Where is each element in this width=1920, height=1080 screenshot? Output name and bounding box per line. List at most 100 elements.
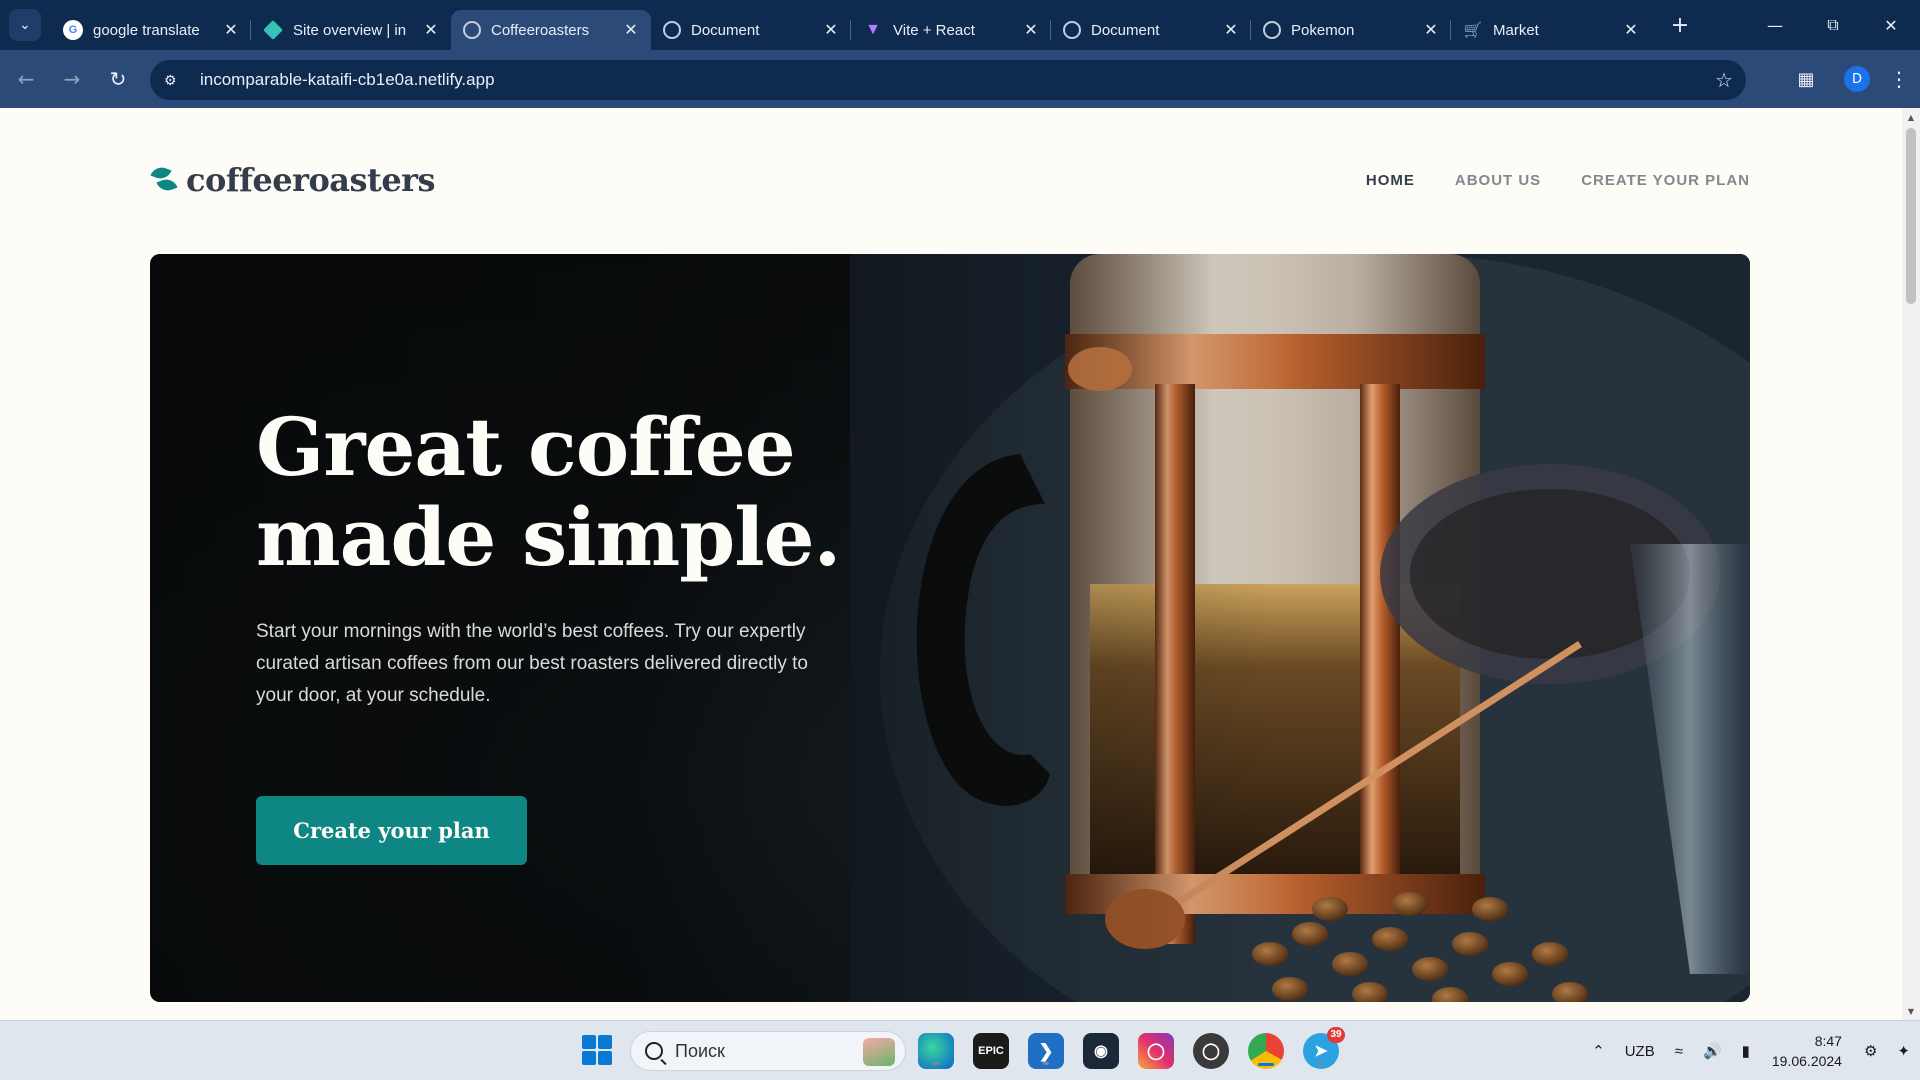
close-icon[interactable]: ✕ [421,20,441,40]
site-logo[interactable]: coffeeroasters [150,161,436,199]
settings-icon[interactable]: ⚙ [1854,1042,1887,1060]
google-icon: G [63,20,83,40]
browser-tabbar: ⌄ G google translate ✕ Site overview | i… [0,0,1920,50]
scrollbar-thumb[interactable] [1906,128,1916,304]
language-indicator[interactable]: UZB [1615,1043,1665,1060]
tab-title: Site overview | in [293,21,407,39]
window-controls: — ⧉ ✕ [1746,0,1920,50]
more-menu-icon[interactable]: ⋮ [1884,67,1914,91]
close-icon[interactable]: ✕ [821,20,841,40]
windows-taskbar: Поиск EPIC ❯ ◉ ◯ ◯ ➤ 39 ⌃ UZB ≈ 🔊 ▮ 8:47 … [0,1020,1920,1080]
tab-document-2[interactable]: Document ✕ [1051,10,1251,50]
tab-coffeeroasters[interactable]: Coffeeroasters ✕ [451,10,651,50]
search-placeholder: Поиск [675,1040,725,1061]
hero-title-line2: made simple. [256,490,841,584]
forward-button[interactable]: → [52,59,92,99]
close-icon[interactable]: ✕ [1221,20,1241,40]
logo-text: coffeeroasters [186,161,436,199]
chevron-up-icon[interactable]: ⌃ [1582,1042,1615,1060]
close-icon[interactable]: ✕ [1621,20,1641,40]
back-button[interactable]: ← [6,59,46,99]
tab-title: Vite + React [893,21,975,39]
globe-icon [1263,21,1281,39]
steam-icon[interactable]: ◉ [1083,1033,1119,1069]
tab-vite-react[interactable]: ▼ Vite + React ✕ [851,10,1051,50]
telegram-icon[interactable]: ➤ 39 [1303,1027,1345,1069]
tab-list: G google translate ✕ Site overview | in … [51,0,1651,50]
site-info-icon[interactable]: ⚙ [164,72,186,89]
battery-icon[interactable]: ▮ [1732,1042,1760,1060]
reload-icon: ↻ [109,67,127,91]
hero-title-line1: Great coffee [256,400,796,494]
close-icon[interactable]: ✕ [1421,20,1441,40]
nav-about-us[interactable]: ABOUT US [1455,172,1541,189]
nav-create-plan[interactable]: CREATE YOUR PLAN [1581,172,1750,189]
volume-icon[interactable]: 🔊 [1693,1042,1732,1060]
star-icon[interactable]: ☆ [1702,68,1746,93]
toolbar-actions: ▦ D ⋮ [1784,50,1920,108]
browser-toolbar: ← → ↻ ⚙ incomparable-kataifi-cb1e0a.netl… [0,50,1920,108]
notification-badge: 39 [1327,1027,1345,1043]
clock[interactable]: 8:47 19.06.2024 [1760,1031,1854,1071]
arrow-right-icon: → [63,67,81,91]
close-icon[interactable]: ✕ [621,20,641,40]
globe-icon [1063,21,1081,39]
tab-pokemon[interactable]: Pokemon ✕ [1251,10,1451,50]
reload-button[interactable]: ↻ [98,59,138,99]
tab-title: Pokemon [1291,21,1355,39]
hero-section: Great coffee made simple. Start your mor… [150,254,1750,1002]
nav-home[interactable]: HOME [1366,172,1415,189]
arrow-left-icon: ← [17,67,35,91]
taskbar-search[interactable]: Поиск [630,1031,906,1071]
site-nav: HOME ABOUT US CREATE YOUR PLAN [1366,172,1750,189]
tab-search-button[interactable]: ⌄ [9,9,41,41]
restore-icon: ⧉ [1827,15,1839,34]
cart-icon: 🛒 [1463,22,1483,39]
tab-site-overview[interactable]: Site overview | in ✕ [251,10,451,50]
active-indicator [1258,1063,1274,1066]
hero-title: Great coffee made simple. [256,402,1016,582]
minimize-button[interactable]: — [1746,0,1804,50]
close-icon[interactable]: ✕ [221,20,241,40]
epic-games-icon[interactable]: EPIC [973,1033,1009,1069]
close-window-button[interactable]: ✕ [1862,0,1920,50]
chevron-down-icon: ⌄ [19,17,31,33]
netlify-icon [263,20,283,40]
address-bar[interactable]: ⚙ incomparable-kataifi-cb1e0a.netlify.ap… [150,60,1746,100]
page-scrollbar[interactable]: ▲ ▼ [1902,108,1920,1020]
globe-icon [463,21,481,39]
close-icon[interactable]: ✕ [1021,20,1041,40]
tab-market[interactable]: 🛒 Market ✕ [1451,10,1651,50]
instagram-icon[interactable]: ◯ [1138,1033,1174,1069]
scroll-down-icon[interactable]: ▼ [1902,1004,1920,1020]
url-text[interactable]: incomparable-kataifi-cb1e0a.netlify.app [200,70,1702,90]
coffee-bean-icon [150,164,180,195]
new-tab-button[interactable]: + [1665,10,1695,40]
tab-document[interactable]: Document ✕ [651,10,851,50]
tab-title: Coffeeroasters [491,21,590,39]
obs-icon[interactable]: ◯ [1193,1033,1229,1069]
close-icon: ✕ [1884,15,1898,35]
create-plan-button[interactable]: Create your plan [256,796,527,865]
vite-icon: ▼ [865,21,881,38]
restore-button[interactable]: ⧉ [1804,0,1862,50]
chrome-icon[interactable] [1248,1033,1284,1069]
clock-date: 19.06.2024 [1771,1053,1842,1069]
clock-time: 8:47 [1814,1033,1842,1049]
tab-title: Market [1493,21,1539,39]
start-button[interactable] [582,1035,614,1067]
profile-avatar[interactable]: D [1844,66,1870,92]
vscode-icon[interactable]: ❯ [1028,1033,1064,1069]
tab-title: Document [691,21,760,39]
hero-description: Start your mornings with the world’s bes… [256,621,808,706]
edge-icon[interactable] [918,1033,954,1069]
globe-icon [663,21,681,39]
search-icon [645,1042,663,1060]
extensions-icon[interactable]: ▦ [1784,69,1828,90]
tab-google-translate[interactable]: G google translate ✕ [51,10,251,50]
site-header: coffeeroasters HOME ABOUT US CREATE YOUR… [150,160,1750,200]
copilot-icon[interactable]: ✦ [1887,1042,1920,1060]
scroll-up-icon[interactable]: ▲ [1902,110,1920,126]
page-viewport: coffeeroasters HOME ABOUT US CREATE YOUR… [0,108,1920,1020]
wifi-icon[interactable]: ≈ [1665,1043,1693,1060]
